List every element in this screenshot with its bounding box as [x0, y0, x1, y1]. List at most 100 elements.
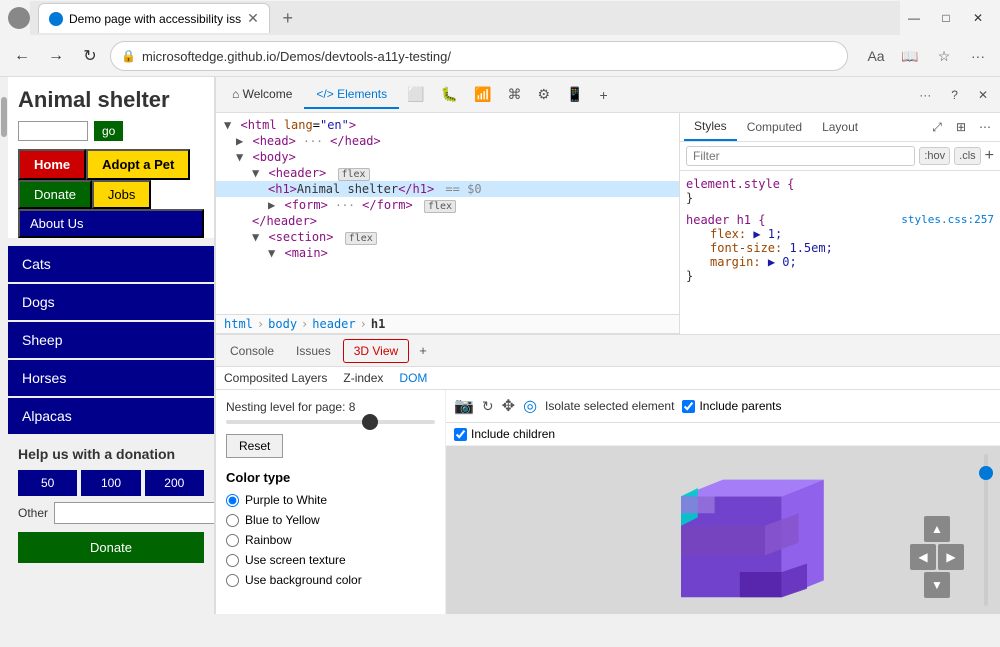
tab-add-btn[interactable]: + [411, 339, 435, 362]
close-button[interactable]: ✕ [964, 7, 992, 29]
devtools-more-btn[interactable]: ··· [911, 84, 939, 106]
tab-3d-view[interactable]: 3D View [343, 339, 409, 363]
search-input[interactable] [18, 121, 88, 141]
ebook-btn[interactable]: 📖 [896, 42, 924, 70]
color-blue-yellow[interactable]: Blue to Yellow [226, 513, 435, 527]
tab-console[interactable]: Console [220, 340, 284, 362]
styles-filter-input[interactable] [686, 146, 915, 166]
subtab-zindex[interactable]: Z-index [343, 371, 383, 385]
subtab-dom[interactable]: DOM [399, 371, 427, 385]
tab-device-icon[interactable]: 📱 [558, 82, 591, 107]
tab-network-icon[interactable]: ⬜ [399, 82, 432, 107]
style-prop-font-size[interactable]: font-size: 1.5em; [686, 241, 994, 255]
breadcrumb-header[interactable]: header [312, 317, 355, 331]
tab-close-btn[interactable]: ✕ [247, 10, 259, 27]
nav-donate-button[interactable]: Donate [18, 180, 92, 209]
tab-settings-icon[interactable]: ⚙ [529, 82, 558, 107]
favorites-btn[interactable]: ☆ [930, 42, 958, 70]
forward-button[interactable]: → [42, 42, 70, 70]
animal-sheep-button[interactable]: Sheep [8, 322, 214, 358]
scroll-thumb[interactable] [1, 97, 7, 137]
tab-elements[interactable]: </> Elements [304, 81, 399, 109]
refresh-3d-btn[interactable]: ↻ [482, 398, 494, 415]
minimize-button[interactable]: — [900, 7, 928, 29]
animal-horses-button[interactable]: Horses [8, 360, 214, 396]
nav-jobs-button[interactable]: Jobs [92, 180, 151, 209]
tab-perf-icon[interactable]: 📶 [466, 82, 499, 107]
reader-view-btn[interactable]: Aa [862, 42, 890, 70]
pseudo-states-btn[interactable]: :hov [919, 147, 950, 165]
devtools-close-btn[interactable]: ✕ [970, 84, 996, 106]
new-tab-button[interactable]: + [274, 4, 302, 32]
tab-cmd-icon[interactable]: ⌘ [499, 82, 529, 107]
vertical-slider-thumb[interactable] [979, 466, 993, 480]
tab-add-icon[interactable]: + [591, 83, 615, 107]
expand-icon[interactable]: ⤢ [926, 116, 948, 138]
tab-issues[interactable]: Issues [286, 340, 341, 362]
radio-background-color[interactable] [226, 574, 239, 587]
more-icon[interactable]: ⋯ [974, 116, 996, 138]
amount-200-button[interactable]: 200 [145, 470, 204, 496]
tab-debug-icon[interactable]: 🐛 [433, 82, 466, 107]
nesting-slider-thumb[interactable] [362, 414, 378, 430]
nav-adopt-button[interactable]: Adopt a Pet [86, 149, 190, 180]
subtab-composited[interactable]: Composited Layers [224, 371, 327, 385]
amount-100-button[interactable]: 100 [81, 470, 140, 496]
animal-alpacas-button[interactable]: Alpacas [8, 398, 214, 434]
animal-dogs-button[interactable]: Dogs [8, 284, 214, 320]
tree-line-head[interactable]: ▶ <head> ··· </head> [216, 133, 679, 149]
cls-btn[interactable]: .cls [954, 147, 981, 165]
devtools-help-btn[interactable]: ? [943, 84, 966, 106]
color-purple-white[interactable]: Purple to White [226, 493, 435, 507]
style-prop-flex[interactable]: flex: ▶ 1; [686, 227, 994, 241]
tree-line-main[interactable]: ▼ <main> [216, 245, 679, 261]
nav-left-btn[interactable]: ◀ [910, 544, 936, 570]
tree-line-header[interactable]: ▼ <header> flex [216, 165, 679, 181]
color-screen-texture[interactable]: Use screen texture [226, 553, 435, 567]
amount-50-button[interactable]: 50 [18, 470, 77, 496]
url-bar[interactable]: 🔒 microsoftedge.github.io/Demos/devtools… [110, 41, 848, 71]
breadcrumb-h1[interactable]: h1 [371, 317, 385, 331]
refresh-button[interactable]: ↻ [76, 42, 104, 70]
camera-btn[interactable]: 📷 [454, 396, 474, 416]
animal-cats-button[interactable]: Cats [8, 246, 214, 282]
include-children-checkbox[interactable] [454, 428, 467, 441]
radio-screen-texture[interactable] [226, 554, 239, 567]
add-style-btn[interactable]: + [985, 147, 994, 165]
tree-line-h1[interactable]: <h1>Animal shelter</h1> == $0 [216, 181, 679, 197]
pan-btn[interactable]: ✥ [502, 396, 515, 416]
tree-line-body[interactable]: ▼ <body> [216, 149, 679, 165]
color-background[interactable]: Use background color [226, 573, 435, 587]
active-tab[interactable]: Demo page with accessibility iss ✕ [38, 3, 270, 33]
breadcrumb-html[interactable]: html [224, 317, 253, 331]
tree-line-section[interactable]: ▼ <section> flex [216, 229, 679, 245]
tab-computed[interactable]: Computed [737, 114, 812, 140]
nav-up-btn[interactable]: ▲ [924, 516, 950, 542]
reset-button[interactable]: Reset [226, 434, 283, 458]
radio-blue-yellow[interactable] [226, 514, 239, 527]
tree-line-form[interactable]: ▶ <form> ··· </form> flex [216, 197, 679, 213]
grid-icon[interactable]: ⊞ [950, 116, 972, 138]
style-source-link[interactable]: styles.css:257 [901, 213, 994, 226]
color-rainbow[interactable]: Rainbow [226, 533, 435, 547]
nav-home-button[interactable]: Home [18, 149, 86, 180]
tree-line-header-close[interactable]: </header> [216, 213, 679, 229]
nav-about-button[interactable]: About Us [18, 209, 204, 238]
tab-welcome[interactable]: ⌂ Welcome [220, 81, 304, 109]
radio-purple-white[interactable] [226, 494, 239, 507]
include-parents-checkbox[interactable] [682, 400, 695, 413]
nav-right-btn[interactable]: ▶ [938, 544, 964, 570]
other-amount-input[interactable] [54, 502, 214, 524]
search-go-button[interactable]: go [94, 121, 123, 141]
nav-down-btn[interactable]: ▼ [924, 572, 950, 598]
tree-line-html[interactable]: ▼ <html lang="en"> [216, 117, 679, 133]
tab-styles[interactable]: Styles [684, 113, 737, 141]
maximize-button[interactable]: □ [932, 7, 960, 29]
tab-layout[interactable]: Layout [812, 114, 868, 140]
radio-rainbow[interactable] [226, 534, 239, 547]
donate-button[interactable]: Donate [18, 532, 204, 563]
isolate-btn[interactable]: ◎ [523, 396, 537, 416]
browser-menu-btn[interactable]: ··· [964, 42, 992, 70]
style-prop-margin[interactable]: margin: ▶ 0; [686, 255, 994, 269]
back-button[interactable]: ← [8, 42, 36, 70]
